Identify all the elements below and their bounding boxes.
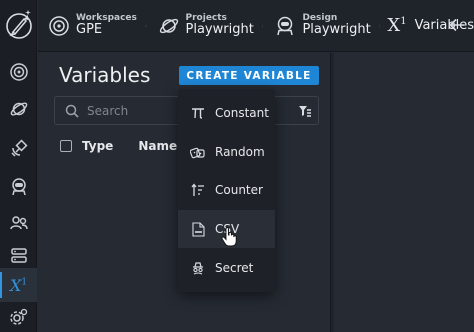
- menu-item-constant[interactable]: Constant: [178, 94, 275, 133]
- arrow-left-icon: [449, 18, 464, 32]
- chevron-right-icon: [145, 24, 147, 27]
- search-icon: [65, 104, 79, 118]
- menu-item-label: CSV: [215, 222, 240, 237]
- create-variable-button[interactable]: CREATE VARIABLE: [179, 66, 319, 85]
- page-title: Variables: [59, 63, 151, 87]
- menu-item-label: Random: [215, 144, 265, 159]
- satellite-icon: [10, 139, 28, 157]
- menu-item-label: Counter: [215, 183, 263, 198]
- detail-pane: [334, 53, 474, 332]
- planet-icon: [159, 18, 178, 33]
- spy-icon: [190, 260, 206, 276]
- servers-icon: [10, 248, 27, 263]
- sort-arrow-icon: [190, 182, 206, 198]
- back-button[interactable]: [446, 14, 468, 36]
- column-header-type[interactable]: Type: [82, 139, 113, 153]
- app-logo-rocket-icon[interactable]: [2, 4, 35, 44]
- chevron-right-icon: [379, 24, 381, 27]
- breadcrumb: Workspaces GPE Projects Playwright Desig…: [38, 0, 474, 52]
- users-icon: [9, 216, 28, 230]
- rail-item-projects[interactable]: [0, 92, 37, 126]
- pi-icon: [190, 105, 206, 121]
- workspace-icon: [49, 15, 69, 36]
- settings-icon: [9, 308, 27, 325]
- filter-icon[interactable]: [298, 104, 312, 118]
- variable-type-menu: Constant Random Counter CSV Secret: [178, 89, 275, 292]
- rail-item-design[interactable]: [0, 170, 37, 204]
- breadcrumb-value: Playwright: [185, 22, 254, 38]
- rail-item-users[interactable]: [0, 206, 37, 240]
- workspace-icon: [9, 63, 28, 81]
- breadcrumb-value: GPE: [76, 22, 103, 38]
- breadcrumb-design[interactable]: Design Playwright: [264, 0, 374, 52]
- menu-item-random[interactable]: Random: [178, 133, 275, 172]
- breadcrumb-workspaces[interactable]: Workspaces GPE: [38, 0, 141, 52]
- planet-icon: [10, 102, 27, 116]
- search-input[interactable]: [87, 103, 167, 118]
- breadcrumb-projects[interactable]: Projects Playwright: [148, 0, 258, 52]
- menu-item-secret[interactable]: Secret: [178, 248, 275, 287]
- menu-item-counter[interactable]: Counter: [178, 171, 275, 210]
- menu-item-label: Constant: [215, 106, 269, 121]
- csv-file-icon: [190, 221, 206, 237]
- astronaut-icon: [277, 16, 294, 35]
- rail-item-variables[interactable]: X1: [0, 268, 37, 302]
- menu-item-csv[interactable]: CSV: [178, 209, 275, 249]
- rail-item-settings[interactable]: [0, 300, 37, 332]
- dice-icon: [190, 144, 206, 160]
- rail-item-workspaces[interactable]: [0, 55, 37, 89]
- column-header-name[interactable]: Name: [138, 139, 177, 153]
- chevron-right-icon: [262, 24, 264, 27]
- rail-item-satellite[interactable]: [0, 132, 37, 166]
- breadcrumb-value: Playwright: [302, 22, 371, 38]
- astronaut-icon: [11, 178, 26, 196]
- variables-icon: X1: [9, 275, 28, 295]
- select-all-checkbox[interactable]: [60, 140, 72, 152]
- nav-rail: X1: [0, 0, 37, 332]
- variables-icon: X1: [387, 15, 407, 36]
- menu-item-label: Secret: [215, 260, 254, 275]
